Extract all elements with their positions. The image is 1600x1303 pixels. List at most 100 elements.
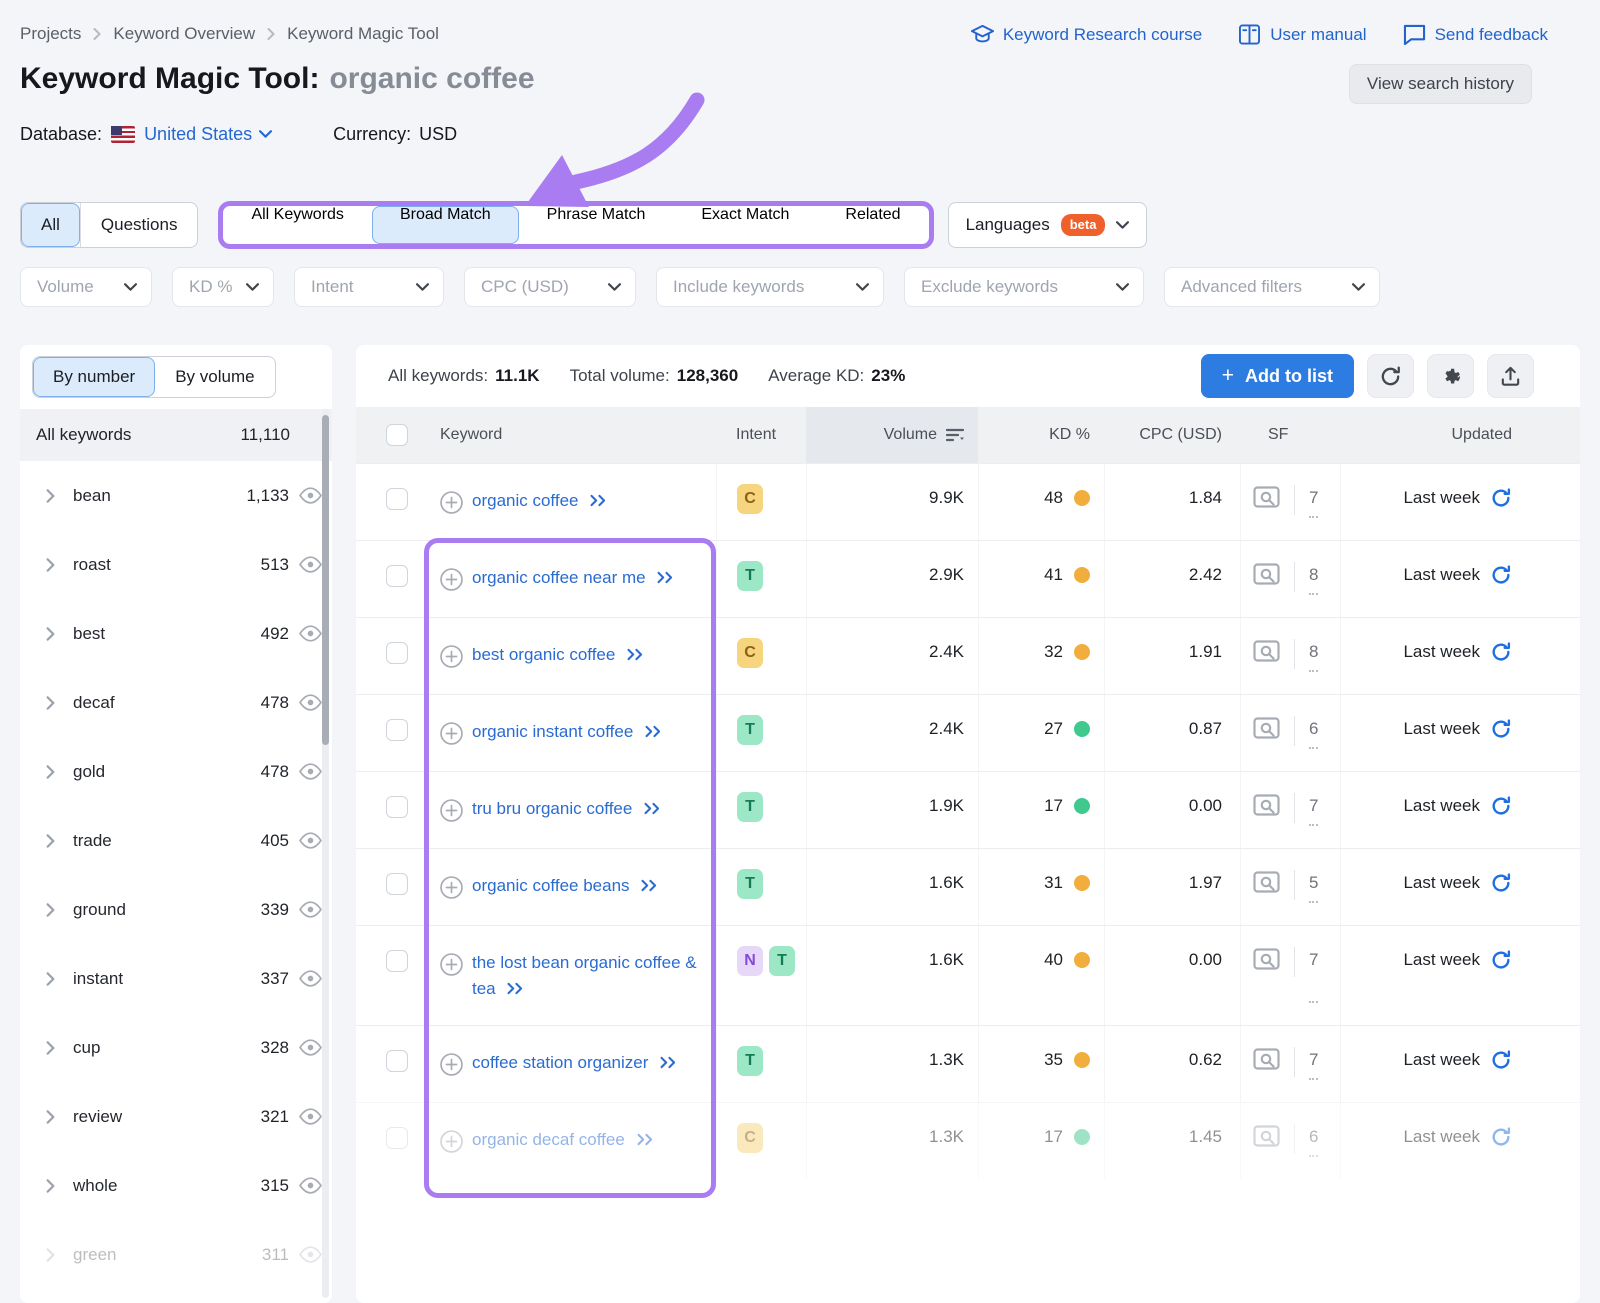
serp-preview-icon[interactable]: [1253, 717, 1280, 742]
eye-icon[interactable]: [299, 763, 322, 780]
expand-keyword-icon[interactable]: [589, 494, 608, 507]
serp-preview-icon[interactable]: [1253, 794, 1280, 819]
link-user-manual[interactable]: User manual: [1238, 24, 1367, 45]
row-checkbox[interactable]: [386, 1049, 408, 1072]
eye-icon[interactable]: [299, 556, 322, 573]
filter-intent[interactable]: Intent: [294, 267, 444, 307]
refresh-keyword-icon[interactable]: [1490, 872, 1512, 894]
languages-dropdown[interactable]: Languages beta: [947, 202, 1148, 248]
tab-related[interactable]: Related: [817, 206, 928, 244]
tab-phrase-match[interactable]: Phrase Match: [519, 206, 674, 244]
expand-keyword-icon[interactable]: [656, 571, 675, 584]
sidebar-group-best[interactable]: best 492: [20, 599, 332, 668]
eye-icon[interactable]: [299, 694, 322, 711]
eye-icon[interactable]: [299, 901, 322, 918]
expand-keyword-icon[interactable]: [636, 1133, 655, 1146]
serp-preview-icon[interactable]: [1253, 640, 1280, 665]
sf-count[interactable]: 7: [1309, 950, 1319, 1003]
filter-kd-[interactable]: KD %: [172, 267, 274, 307]
sidebar-all-keywords-row[interactable]: All keywords 11,110: [20, 409, 332, 461]
expand-keyword-icon[interactable]: [659, 1056, 678, 1069]
tab-by-volume[interactable]: By volume: [155, 357, 274, 397]
expand-keyword-icon[interactable]: [643, 802, 662, 815]
sidebar-group-decaf[interactable]: decaf 478: [20, 668, 332, 737]
sf-count[interactable]: 8: [1309, 642, 1319, 672]
tab-questions[interactable]: Questions: [79, 203, 198, 247]
sidebar-group-green[interactable]: green 311: [20, 1220, 332, 1289]
keyword-link[interactable]: best organic coffee: [472, 642, 645, 668]
database-selector[interactable]: United States: [144, 124, 273, 145]
sidebar-scrollbar-thumb[interactable]: [322, 415, 329, 745]
sf-count[interactable]: 7: [1309, 796, 1319, 826]
tab-all-keywords[interactable]: All Keywords: [223, 206, 371, 244]
sf-count[interactable]: 7: [1309, 1050, 1319, 1080]
tab-broad-match[interactable]: Broad Match: [371, 206, 519, 244]
eye-icon[interactable]: [299, 832, 322, 849]
view-search-history-button[interactable]: View search history: [1348, 64, 1532, 104]
select-all-checkbox[interactable]: [386, 424, 408, 446]
tab-exact-match[interactable]: Exact Match: [673, 206, 817, 244]
export-button[interactable]: [1487, 354, 1534, 398]
sidebar-group-review[interactable]: review 321: [20, 1082, 332, 1151]
keyword-link[interactable]: organic coffee near me: [472, 565, 675, 591]
filter-advanced-filters[interactable]: Advanced filters: [1164, 267, 1380, 307]
keyword-link[interactable]: organic instant coffee: [472, 719, 663, 745]
row-checkbox[interactable]: [386, 488, 408, 510]
filter-volume[interactable]: Volume: [20, 267, 152, 307]
breadcrumb-item-keyword-magic-tool[interactable]: Keyword Magic Tool: [287, 24, 439, 44]
refresh-keyword-icon[interactable]: [1490, 641, 1512, 663]
add-keyword-icon[interactable]: [440, 568, 463, 591]
sidebar-group-roast[interactable]: roast 513: [20, 530, 332, 599]
sidebar-group-bean[interactable]: bean 1,133: [20, 461, 332, 530]
refresh-keyword-icon[interactable]: [1490, 1049, 1512, 1071]
keyword-link[interactable]: the lost bean organic coffee & tea: [472, 950, 704, 1003]
add-keyword-icon[interactable]: [440, 876, 463, 899]
keyword-link[interactable]: organic coffee beans: [472, 873, 659, 899]
link-send-feedback[interactable]: Send feedback: [1403, 24, 1548, 45]
sf-count[interactable]: 5: [1309, 873, 1319, 903]
row-checkbox[interactable]: [386, 873, 408, 895]
sf-count[interactable]: 6: [1309, 1127, 1319, 1157]
eye-icon[interactable]: [299, 625, 322, 642]
sidebar-group-instant[interactable]: instant 337: [20, 944, 332, 1013]
add-keyword-icon[interactable]: [440, 799, 463, 822]
row-checkbox[interactable]: [386, 642, 408, 664]
refresh-keyword-icon[interactable]: [1490, 487, 1512, 509]
keyword-link[interactable]: coffee station organizer: [472, 1050, 678, 1076]
refresh-keyword-icon[interactable]: [1490, 1126, 1512, 1148]
sidebar-group-cup[interactable]: cup 328: [20, 1013, 332, 1082]
column-kd[interactable]: KD %: [978, 407, 1104, 463]
sf-count[interactable]: 6: [1309, 719, 1319, 749]
serp-preview-icon[interactable]: [1253, 948, 1280, 973]
settings-button[interactable]: [1427, 354, 1474, 398]
serp-preview-icon[interactable]: [1253, 1048, 1280, 1073]
row-checkbox[interactable]: [386, 796, 408, 818]
sidebar-group-gold[interactable]: gold 478: [20, 737, 332, 806]
row-checkbox[interactable]: [386, 1126, 408, 1149]
refresh-keyword-icon[interactable]: [1490, 795, 1512, 817]
refresh-keyword-icon[interactable]: [1490, 564, 1512, 586]
eye-icon[interactable]: [299, 1246, 322, 1263]
expand-keyword-icon[interactable]: [644, 725, 663, 738]
serp-preview-icon[interactable]: [1253, 871, 1280, 896]
add-keyword-icon[interactable]: [440, 1052, 463, 1076]
column-updated[interactable]: Updated: [1340, 407, 1580, 463]
keyword-link[interactable]: organic decaf coffee: [472, 1127, 655, 1153]
column-volume[interactable]: Volume: [806, 407, 978, 463]
expand-keyword-icon[interactable]: [640, 879, 659, 892]
row-checkbox[interactable]: [386, 950, 408, 972]
tab-by-number[interactable]: By number: [33, 357, 156, 397]
sidebar-group-trade[interactable]: trade 405: [20, 806, 332, 875]
breadcrumb-item-projects[interactable]: Projects: [20, 24, 81, 44]
add-keyword-icon[interactable]: [440, 645, 463, 668]
serp-preview-icon[interactable]: [1253, 1125, 1280, 1150]
expand-keyword-icon[interactable]: [506, 982, 525, 995]
sf-count[interactable]: 7: [1309, 488, 1319, 518]
add-keyword-icon[interactable]: [440, 722, 463, 745]
keyword-link[interactable]: tru bru organic coffee: [472, 796, 662, 822]
column-sf[interactable]: SF: [1240, 407, 1340, 463]
add-to-list-button[interactable]: + Add to list: [1200, 354, 1354, 398]
sidebar-group-whole[interactable]: whole 315: [20, 1151, 332, 1220]
column-cpc[interactable]: CPC (USD): [1104, 407, 1240, 463]
row-checkbox[interactable]: [386, 565, 408, 587]
